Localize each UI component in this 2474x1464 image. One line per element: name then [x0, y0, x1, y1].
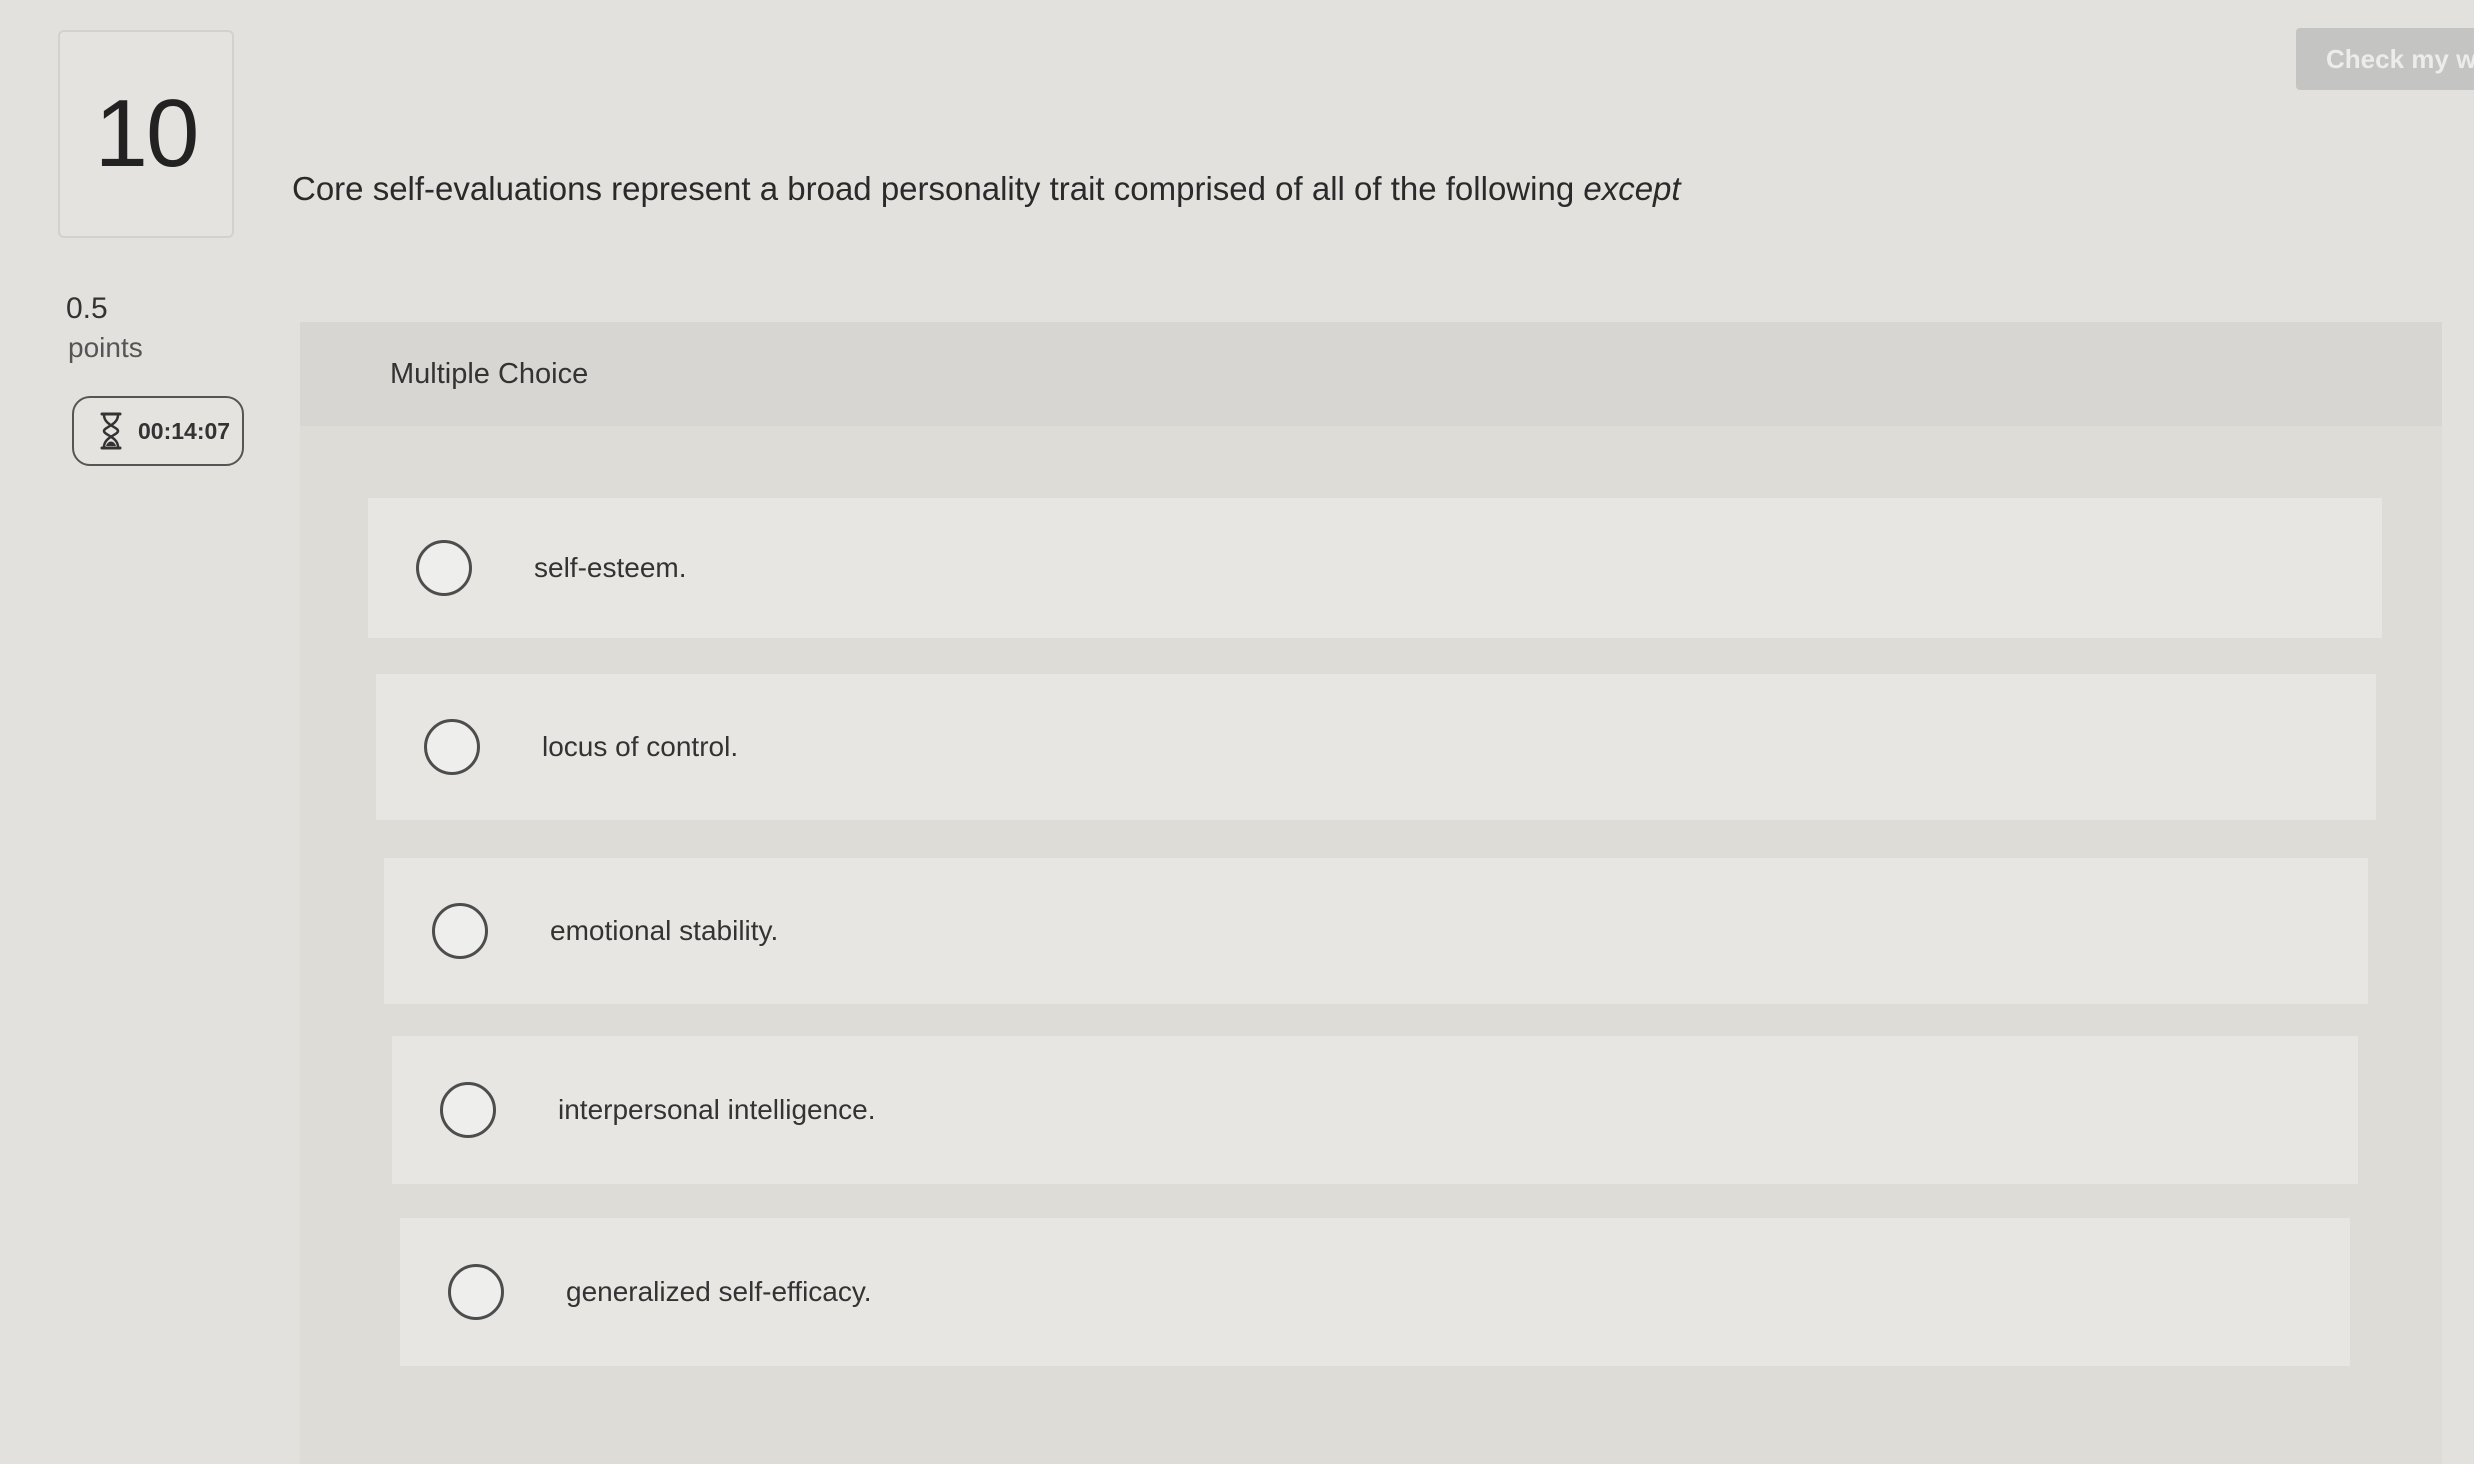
- answer-panel: Multiple Choice self-esteem. locus of co…: [300, 322, 2442, 1464]
- radio-button[interactable]: [448, 1264, 504, 1320]
- points-value: 0.5: [66, 292, 108, 325]
- hourglass-icon: [100, 412, 122, 450]
- answer-option-label: interpersonal intelligence.: [558, 1094, 876, 1125]
- check-my-work-button[interactable]: Check my w: [2296, 28, 2474, 90]
- answer-option-label: generalized self-efficacy.: [566, 1276, 872, 1307]
- question-text: Core self-evaluations represent a broad …: [292, 170, 1681, 208]
- points-label: points: [68, 332, 143, 363]
- answer-option-c[interactable]: emotional stability.: [384, 858, 2368, 1004]
- question-number-box: 10: [58, 30, 234, 238]
- answer-option-d[interactable]: interpersonal intelligence.: [392, 1036, 2358, 1184]
- answer-option-label: self-esteem.: [534, 552, 687, 583]
- radio-button[interactable]: [440, 1082, 496, 1138]
- answer-option-e[interactable]: generalized self-efficacy.: [400, 1218, 2350, 1366]
- radio-button[interactable]: [424, 719, 480, 775]
- answer-option-a[interactable]: self-esteem.: [368, 498, 2382, 638]
- question-number: 10: [94, 80, 200, 187]
- question-emphasis: except: [1583, 170, 1681, 207]
- radio-button[interactable]: [416, 540, 472, 596]
- timer-value: 00:14:07: [138, 417, 231, 444]
- answer-option-label: emotional stability.: [550, 915, 779, 946]
- radio-button[interactable]: [432, 903, 488, 959]
- question-type-label: Multiple Choice: [300, 322, 2442, 426]
- answer-option-label: locus of control.: [542, 731, 739, 762]
- answer-option-b[interactable]: locus of control.: [376, 674, 2376, 820]
- timer-badge[interactable]: 00:14:07: [72, 396, 244, 466]
- question-stem: Core self-evaluations represent a broad …: [292, 170, 1575, 207]
